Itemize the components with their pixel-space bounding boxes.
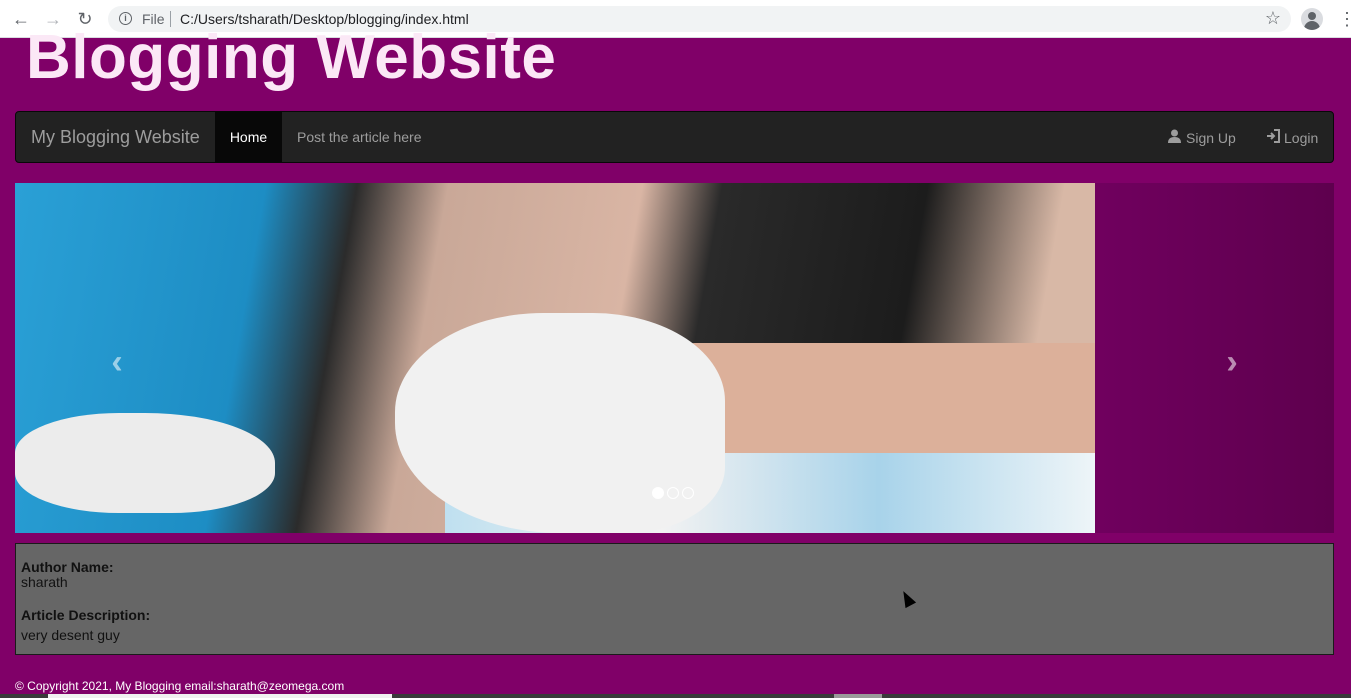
article-description-label: Article Description: [21,607,151,623]
author-name-value: sharath [21,574,68,590]
nav-signup-link[interactable]: Sign Up [1168,129,1236,146]
scrollbar-segment [834,694,882,698]
footer-copyright: © Copyright 2021, My Blogging email:shar… [15,679,345,693]
carousel-next-icon[interactable]: › [1212,343,1252,382]
nav-home-link[interactable]: Home [215,112,282,162]
nav-post-article-link[interactable]: Post the article here [297,129,422,145]
navbar-brand[interactable]: My Blogging Website [31,127,200,148]
carousel-indicator-dot[interactable] [667,487,679,499]
article-description-value: very desent guy [21,627,120,643]
user-icon [1168,129,1182,146]
slide-photo-detail [395,313,725,533]
scrollbar-thumb[interactable] [48,694,392,698]
carousel-indicator-dot[interactable] [682,487,694,499]
bookmark-star-icon[interactable]: ☆ [1265,8,1281,29]
profile-avatar-icon[interactable] [1301,8,1323,30]
carousel-indicators [652,486,697,499]
page-title: Blogging Website [26,23,557,92]
nav-login-link[interactable]: Login [1266,129,1318,146]
signup-label: Sign Up [1186,130,1236,146]
carousel-prev-icon[interactable]: ‹ [97,343,137,382]
author-name-label: Author Name: [21,559,114,575]
slide-photo-detail [15,413,275,513]
carousel-indicator-dot[interactable] [652,487,664,499]
login-label: Login [1284,130,1319,146]
browser-menu-icon[interactable]: ⋮ [1338,9,1351,29]
carousel-slide-image [15,183,1095,533]
horizontal-scrollbar[interactable] [0,694,1351,698]
main-navbar: My Blogging Website Home Post the articl… [15,111,1334,163]
image-carousel: ‹ › [15,183,1334,533]
article-card: Author Name: sharath Article Description… [15,543,1334,655]
login-icon [1266,129,1280,146]
